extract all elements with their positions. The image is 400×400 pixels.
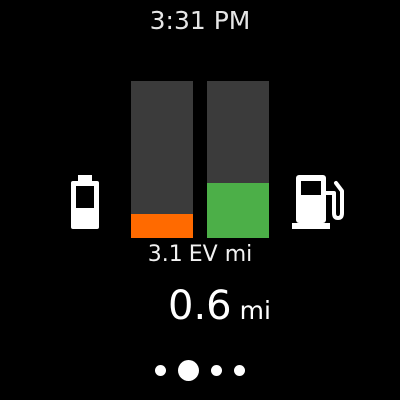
- ev-range-value: 3.1: [147, 242, 183, 267]
- battery-level-fill: [131, 214, 193, 238]
- fuel-range-unit: mi: [239, 296, 271, 325]
- ev-range-unit: EV mi: [188, 242, 253, 267]
- page-dot-4[interactable]: [234, 364, 245, 376]
- page-dot-2[interactable]: [178, 359, 199, 381]
- fuel-level-fill: [207, 183, 269, 238]
- fuel-range-readout: 0.6 mi: [168, 283, 271, 329]
- battery-icon: [71, 175, 99, 229]
- fuel-level-bar: [207, 81, 269, 238]
- battery-level-bar: [131, 81, 193, 238]
- fuel-pump-icon: [292, 175, 344, 229]
- fuel-range-value: 0.6: [168, 283, 232, 329]
- page-indicator[interactable]: [0, 357, 400, 383]
- ev-range-readout: 3.1 EV mi: [0, 242, 400, 267]
- page-dot-1[interactable]: [155, 364, 166, 376]
- page-dot-3[interactable]: [211, 364, 222, 376]
